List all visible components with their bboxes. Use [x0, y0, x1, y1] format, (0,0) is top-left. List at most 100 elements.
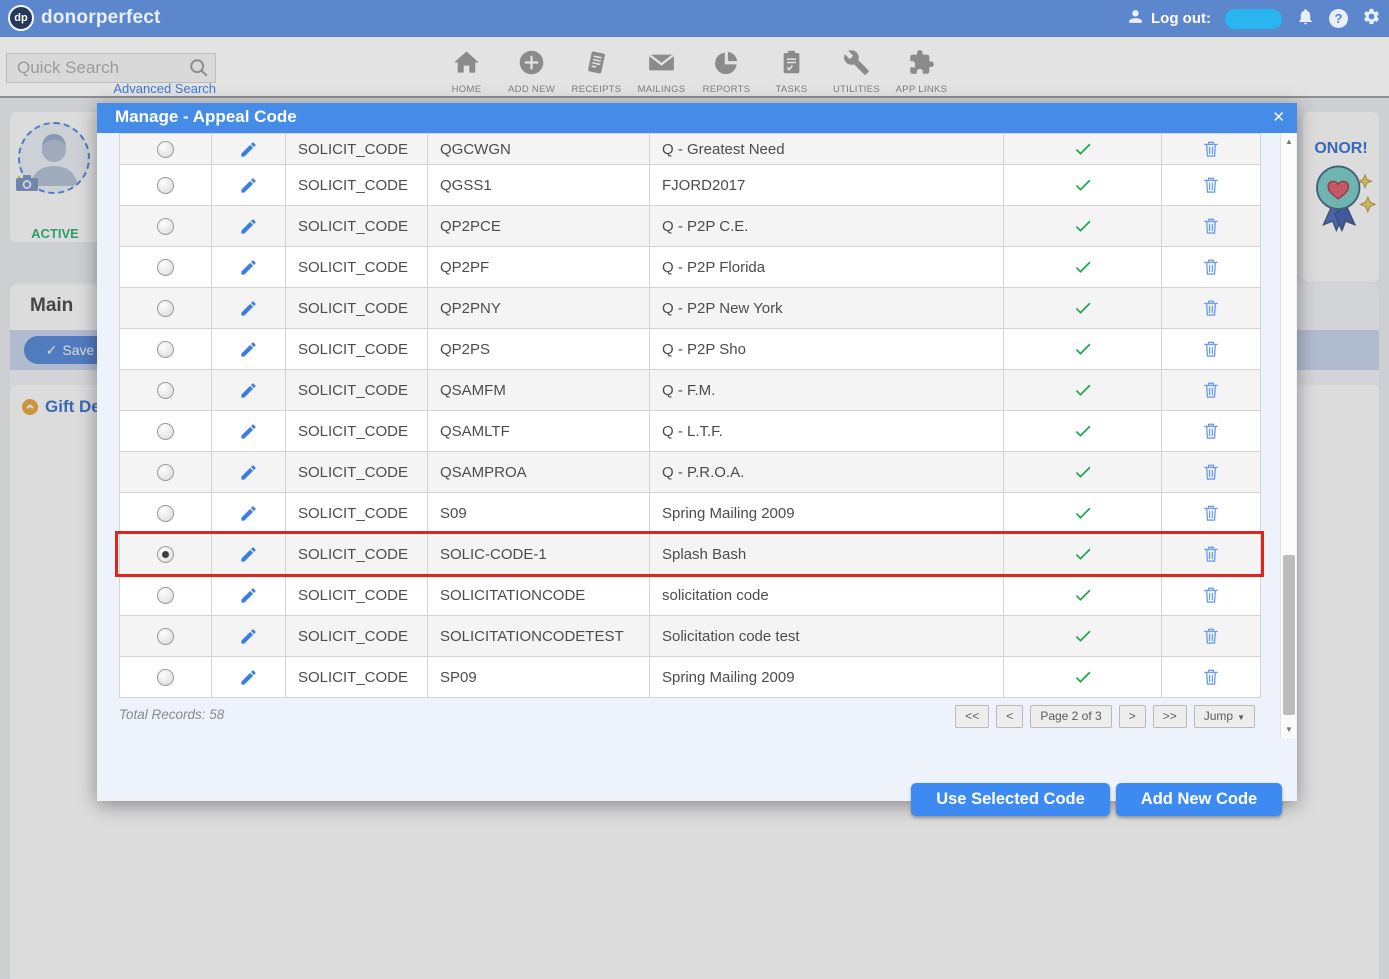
jump-dropdown[interactable]: Jump▼ — [1194, 705, 1255, 728]
table-row[interactable]: SOLICIT_CODEQGSS1FJORD2017 — [120, 165, 1261, 206]
row-radio[interactable] — [157, 587, 174, 604]
edit-pencil-icon[interactable] — [239, 340, 258, 357]
edit-pencil-icon[interactable] — [239, 299, 258, 316]
delete-trash-icon[interactable] — [1201, 463, 1221, 480]
table-row[interactable]: SOLICIT_CODES09Spring Mailing 2009 — [120, 493, 1261, 534]
delete-trash-icon[interactable] — [1201, 504, 1221, 521]
edit-pencil-icon[interactable] — [239, 627, 258, 644]
row-radio[interactable] — [157, 300, 174, 317]
scroll-up-arrow[interactable]: ▲ — [1281, 137, 1297, 146]
edit-pencil-icon[interactable] — [239, 504, 258, 521]
edit-pencil-icon[interactable] — [239, 422, 258, 439]
row-radio[interactable] — [157, 464, 174, 481]
nav-item-tasks[interactable]: TASKS — [759, 49, 824, 95]
description-cell: Q - P2P Florida — [650, 247, 1004, 288]
nav-item-receipts[interactable]: RECEIPTS — [564, 49, 629, 95]
table-row[interactable]: SOLICIT_CODEQSAMLTFQ - L.T.F. — [120, 411, 1261, 452]
delete-trash-icon[interactable] — [1201, 586, 1221, 603]
table-row[interactable]: SOLICIT_CODEQP2PFQ - P2P Florida — [120, 247, 1261, 288]
first-page-button[interactable]: << — [955, 705, 989, 728]
delete-trash-icon[interactable] — [1201, 422, 1221, 439]
table-row[interactable]: SOLICIT_CODEQSAMPROAQ - P.R.O.A. — [120, 452, 1261, 493]
delete-trash-icon[interactable] — [1201, 340, 1221, 357]
prev-page-button[interactable]: < — [996, 705, 1023, 728]
edit-pencil-icon[interactable] — [239, 545, 258, 562]
use-selected-code-button[interactable]: Use Selected Code — [911, 783, 1110, 816]
description-cell: Q - P2P Sho — [650, 329, 1004, 370]
nav-item-home[interactable]: HOME — [434, 49, 499, 95]
edit-pencil-icon[interactable] — [239, 217, 258, 234]
row-radio[interactable] — [157, 423, 174, 440]
description-cell: Spring Mailing 2009 — [650, 493, 1004, 534]
nav-item-utilities[interactable]: UTILITIES — [824, 49, 889, 95]
row-radio[interactable] — [157, 259, 174, 276]
row-radio[interactable] — [157, 341, 174, 358]
add-new-icon — [518, 49, 545, 81]
table-row[interactable]: SOLICIT_CODEQGCWGNQ - Greatest Need — [120, 134, 1261, 165]
code-type-cell: SOLICIT_CODE — [286, 493, 428, 534]
scrollbar-thumb[interactable] — [1283, 555, 1295, 715]
row-radio[interactable] — [157, 141, 174, 158]
row-radio[interactable] — [157, 546, 174, 563]
row-radio[interactable] — [157, 505, 174, 522]
settings-gear-icon[interactable] — [1362, 7, 1381, 31]
advanced-search-link[interactable]: Advanced Search — [0, 81, 216, 96]
quick-search-input[interactable] — [6, 53, 216, 83]
logout-link[interactable]: Log out: — [1151, 10, 1211, 27]
nav-item-app-links[interactable]: APP LINKS — [889, 49, 954, 95]
nav-item-reports[interactable]: REPORTS — [694, 49, 759, 95]
delete-trash-icon[interactable] — [1201, 299, 1221, 316]
next-page-button[interactable]: > — [1119, 705, 1146, 728]
code-cell: QSAMFM — [428, 370, 650, 411]
delete-trash-icon[interactable] — [1201, 140, 1221, 157]
description-cell: Q - P.R.O.A. — [650, 452, 1004, 493]
edit-pencil-icon[interactable] — [239, 668, 258, 685]
table-row[interactable]: SOLICIT_CODEQP2PSQ - P2P Sho — [120, 329, 1261, 370]
code-type-cell: SOLICIT_CODE — [286, 329, 428, 370]
row-radio[interactable] — [157, 669, 174, 686]
row-radio[interactable] — [157, 628, 174, 645]
table-row[interactable]: SOLICIT_CODEQP2PNYQ - P2P New York — [120, 288, 1261, 329]
add-new-code-button[interactable]: Add New Code — [1116, 783, 1282, 816]
active-check-icon — [1073, 140, 1093, 157]
scroll-down-arrow[interactable]: ▼ — [1281, 725, 1297, 734]
close-icon[interactable]: ✕ — [1272, 108, 1285, 126]
delete-trash-icon[interactable] — [1201, 668, 1221, 685]
nav-item-add-new[interactable]: ADD NEW — [499, 49, 564, 95]
table-row[interactable]: SOLICIT_CODEQP2PCEQ - P2P C.E. — [120, 206, 1261, 247]
edit-pencil-icon[interactable] — [239, 258, 258, 275]
modal-scrollbar[interactable]: ▲ ▼ — [1280, 133, 1296, 738]
nav-item-label: MAILINGS — [638, 84, 686, 95]
active-check-icon — [1073, 422, 1093, 439]
code-cell: QP2PS — [428, 329, 650, 370]
nav-item-mailings[interactable]: MAILINGS — [629, 49, 694, 95]
delete-trash-icon[interactable] — [1201, 381, 1221, 398]
table-row[interactable]: SOLICIT_CODESOLICITATIONCODEsolicitation… — [120, 575, 1261, 616]
modal-body: SOLICIT_CODEQGCWGNQ - Greatest NeedSOLIC… — [97, 133, 1297, 801]
delete-trash-icon[interactable] — [1201, 258, 1221, 275]
row-radio[interactable] — [157, 218, 174, 235]
delete-trash-icon[interactable] — [1201, 627, 1221, 644]
edit-pencil-icon[interactable] — [239, 381, 258, 398]
edit-pencil-icon[interactable] — [239, 176, 258, 193]
edit-pencil-icon[interactable] — [239, 140, 258, 157]
search-icon[interactable] — [188, 57, 210, 79]
delete-trash-icon[interactable] — [1201, 217, 1221, 234]
delete-trash-icon[interactable] — [1201, 545, 1221, 562]
table-row[interactable]: SOLICIT_CODESP09Spring Mailing 2009 — [120, 657, 1261, 698]
row-radio[interactable] — [157, 177, 174, 194]
help-icon[interactable]: ? — [1329, 9, 1348, 28]
edit-pencil-icon[interactable] — [239, 463, 258, 480]
notifications-bell-icon[interactable] — [1296, 7, 1315, 31]
last-page-button[interactable]: >> — [1153, 705, 1187, 728]
edit-pencil-icon[interactable] — [239, 586, 258, 603]
active-check-icon — [1073, 381, 1093, 398]
row-radio[interactable] — [157, 382, 174, 399]
total-records: Total Records: 58 — [119, 707, 224, 722]
receipts-icon — [583, 49, 610, 81]
table-row[interactable]: SOLICIT_CODESOLIC-CODE-1Splash Bash — [120, 534, 1261, 575]
table-row[interactable]: SOLICIT_CODESOLICITATIONCODETESTSolicita… — [120, 616, 1261, 657]
code-type-cell: SOLICIT_CODE — [286, 134, 428, 165]
table-row[interactable]: SOLICIT_CODEQSAMFMQ - F.M. — [120, 370, 1261, 411]
delete-trash-icon[interactable] — [1201, 176, 1221, 193]
